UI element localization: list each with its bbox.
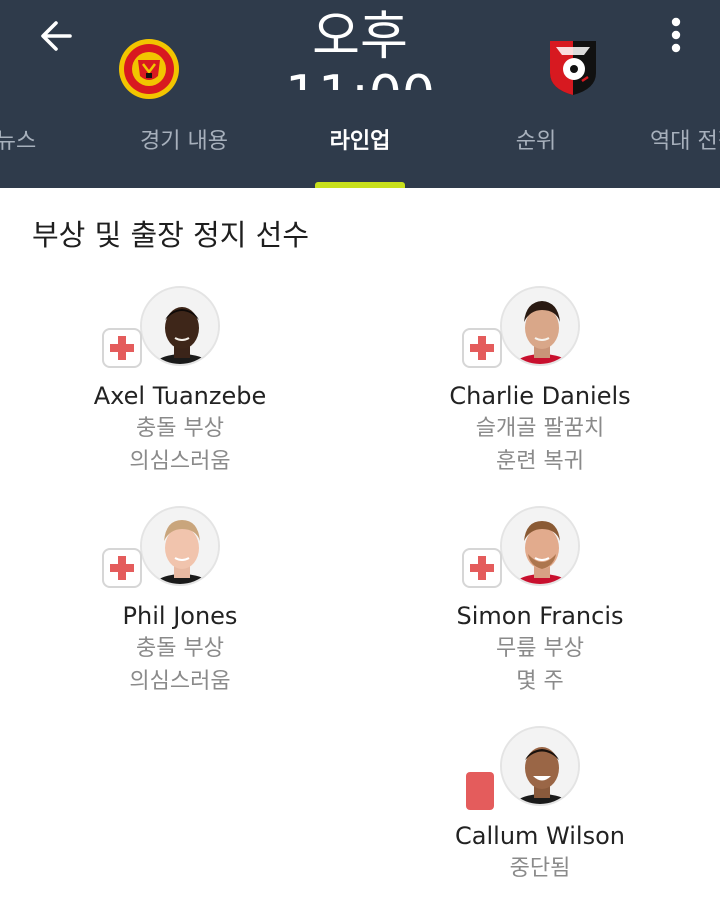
match-kickoff-time: 오후 11:00 (0, 6, 720, 90)
player-avatar (500, 726, 580, 806)
injury-badge (462, 328, 502, 368)
player-card[interactable]: Simon Francis 무릎 부상 몇 주 (390, 506, 690, 698)
player-card[interactable]: Charlie Daniels 슬개골 팔꿈치 훈련 복귀 (390, 286, 690, 478)
injury-reason: 충돌 부상 (136, 636, 224, 661)
injury-reason: 무릎 부상 (496, 636, 584, 661)
player-avatar (140, 506, 220, 586)
red-card-icon (466, 772, 494, 810)
injury-reason: 슬개골 팔꿈치 (475, 416, 605, 441)
active-tab-indicator (315, 182, 405, 188)
suspension-reason: 중단됨 (509, 856, 571, 881)
player-avatar (500, 506, 580, 586)
player-avatar (500, 286, 580, 366)
injury-badge (462, 548, 502, 588)
tab-news[interactable]: 뉴스 (0, 108, 66, 170)
injury-status: 의심스러움 (129, 449, 231, 474)
tab-head-to-head[interactable]: 역대 전적 (650, 108, 720, 170)
match-tabs: 뉴스 경기 내용 라인업 순위 역대 전적 (0, 108, 720, 188)
match-time-clock: 11:00 (0, 68, 720, 90)
player-card[interactable]: Callum Wilson 중단됨 (390, 726, 690, 885)
medical-cross-icon (470, 336, 494, 360)
medical-cross-icon (110, 336, 134, 360)
medical-cross-icon (110, 556, 134, 580)
match-time-period: 오후 (312, 7, 408, 67)
more-options-button[interactable] (656, 12, 696, 58)
player-card[interactable]: Axel Tuanzebe 충돌 부상 의심스러움 (30, 286, 330, 478)
injury-badge (102, 328, 142, 368)
injury-status: 훈련 복귀 (496, 449, 584, 474)
injury-status: 몇 주 (516, 669, 564, 694)
player-name: Charlie Daniels (449, 382, 631, 410)
more-vertical-icon (671, 17, 681, 53)
player-name: Callum Wilson (455, 822, 625, 850)
bournemouth-crest-icon (550, 41, 596, 95)
tab-standings[interactable]: 순위 (476, 108, 596, 170)
tab-lineup[interactable]: 라인업 (300, 108, 420, 170)
match-header: 오후 11:00 뉴스 경기 내용 라인업 순위 역대 전적 (0, 0, 720, 188)
player-name: Axel Tuanzebe (93, 382, 267, 410)
injury-status: 의심스러움 (129, 669, 231, 694)
player-card[interactable]: Phil Jones 충돌 부상 의심스러움 (30, 506, 330, 698)
player-name: Phil Jones (122, 602, 238, 630)
player-name: Simon Francis (456, 602, 624, 630)
injury-badge (102, 548, 142, 588)
section-title: 부상 및 출장 정지 선수 (32, 218, 309, 252)
injury-reason: 충돌 부상 (136, 416, 224, 441)
medical-cross-icon (470, 556, 494, 580)
player-avatar (140, 286, 220, 366)
away-team-crest[interactable] (540, 33, 606, 99)
tab-match-details[interactable]: 경기 내용 (124, 108, 244, 170)
